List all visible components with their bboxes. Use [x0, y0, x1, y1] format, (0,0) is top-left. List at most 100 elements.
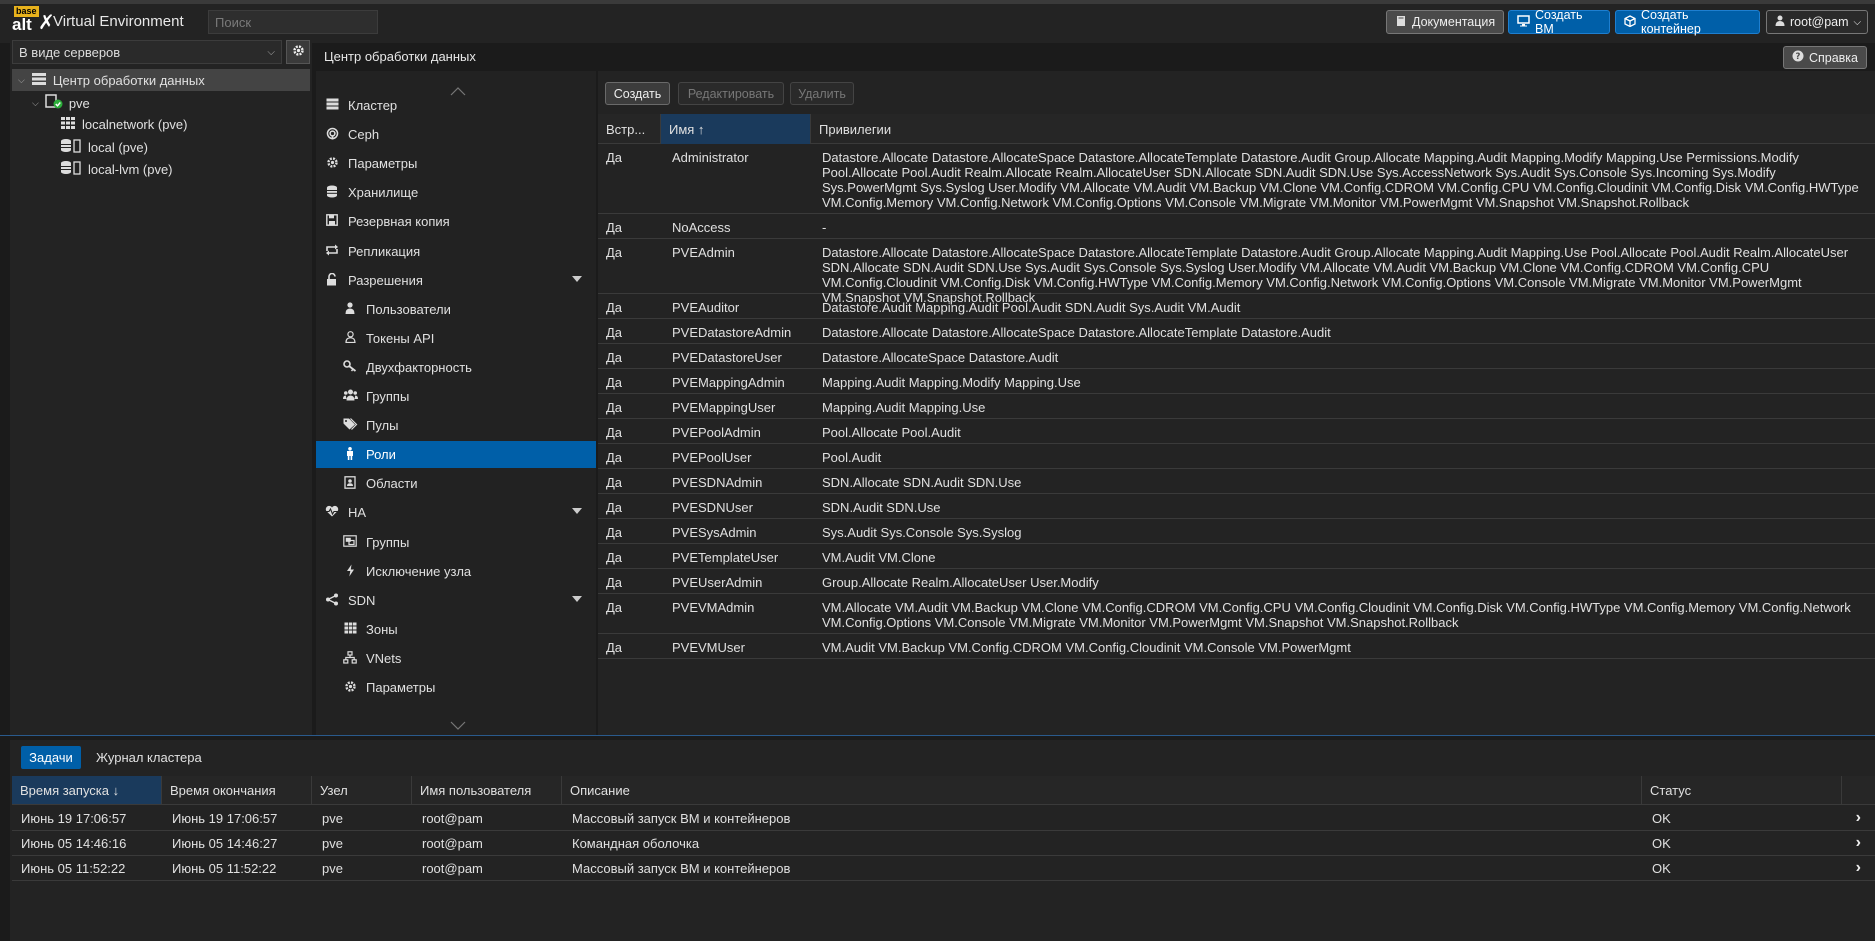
nav-item-label: Токены API: [366, 331, 435, 346]
table-row[interactable]: Да Administrator Datastore.Allocate Datast…: [598, 144, 1875, 214]
table-row[interactable]: Да PVEAdmin Datastore.Allocate Datastore.A…: [598, 239, 1875, 305]
task-row[interactable]: Июнь 05 14:46:16 Июнь 05 14:46:27 pve root@…: [12, 831, 1875, 856]
chevron-right-icon[interactable]: ›: [1856, 834, 1861, 852]
cell-builtin: Да: [606, 245, 623, 260]
table-row[interactable]: Да PVESysAdmin Sys.Audit Sys.Console Sys.S…: [598, 519, 1875, 544]
view-select[interactable]: В виде серверов ⌵: [12, 40, 282, 64]
key-icon: [342, 360, 358, 375]
task-row[interactable]: Июнь 05 11:52:22 Июнь 05 11:52:22 pve root@…: [12, 856, 1875, 881]
nav-item-16[interactable]: Исключение узла: [316, 558, 596, 585]
nav-item-0[interactable]: Кластер: [316, 92, 596, 119]
nav-item-4[interactable]: Резервная копия: [316, 208, 596, 235]
app-title: Virtual Environment: [53, 13, 184, 30]
cell-name: PVEPoolAdmin: [672, 425, 761, 440]
table-row[interactable]: Да PVESDNUser SDN.Audit SDN.Use: [598, 494, 1875, 519]
nav-item-label: VNets: [366, 651, 402, 666]
edit-role-button[interactable]: Редактировать: [678, 82, 784, 105]
column-header-name[interactable]: Имя ↑: [661, 114, 811, 144]
cell-name: Administrator: [672, 150, 749, 165]
table-row[interactable]: Да PVETemplateUser VM.Audit VM.Clone: [598, 544, 1875, 569]
table-row[interactable]: Да PVEAuditor Datastore.Audit Mapping.Audi…: [598, 294, 1875, 319]
search-input[interactable]: [208, 10, 378, 34]
column-header-node[interactable]: Узел: [312, 776, 412, 805]
table-row[interactable]: Да PVEUserAdmin Group.Allocate Realm.Alloc…: [598, 569, 1875, 594]
nav-item-18[interactable]: Зоны: [316, 616, 596, 643]
nav-item-label: Пулы: [366, 418, 399, 433]
nav-item-17[interactable]: SDN: [316, 587, 596, 614]
tree-item-datacenter[interactable]: ⌵ Центр обработки данных: [12, 69, 310, 91]
nav-item-2[interactable]: Параметры: [316, 150, 596, 177]
cell-name: PVEPoolUser: [672, 450, 752, 465]
tree-item-node-pve[interactable]: ⌵ pve: [32, 92, 90, 114]
user-menu-button[interactable]: root@pam ⌵: [1766, 10, 1868, 34]
nav-scroll-down-icon[interactable]: [450, 718, 466, 730]
nav-item-1[interactable]: Ceph: [316, 121, 596, 148]
nav-item-20[interactable]: Параметры: [316, 674, 596, 701]
nav-item-12[interactable]: Роли: [316, 441, 596, 468]
table-row[interactable]: Да PVEMappingUser Mapping.Audit Mapping.Us…: [598, 394, 1875, 419]
help-button[interactable]: ? Справка: [1783, 46, 1867, 69]
column-header-privileges[interactable]: Привилегии: [811, 114, 1875, 144]
cell-builtin: Да: [606, 220, 623, 235]
chevron-right-icon[interactable]: ›: [1856, 809, 1861, 827]
nav-item-15[interactable]: Группы: [316, 529, 596, 556]
nav-item-14[interactable]: HA: [316, 499, 596, 526]
tree-item-label: Центр обработки данных: [52, 72, 205, 88]
nav-item-13[interactable]: Области: [316, 470, 596, 497]
caret-down-icon[interactable]: [572, 276, 582, 282]
table-row[interactable]: Да PVEDatastoreAdmin Datastore.Allocate Da…: [598, 319, 1875, 344]
column-header-builtin[interactable]: Встр...: [598, 114, 661, 144]
nav-item-11[interactable]: Пулы: [316, 412, 596, 439]
tab-tasks[interactable]: Задачи: [21, 746, 81, 769]
column-header-status[interactable]: Статус: [1642, 776, 1842, 805]
nav-item-10[interactable]: Группы: [316, 383, 596, 410]
create-role-button[interactable]: Создать: [605, 82, 670, 105]
nav-item-5[interactable]: Репликация: [316, 238, 596, 265]
nav-item-label: Параметры: [348, 156, 418, 171]
caret-down-icon[interactable]: [572, 508, 582, 514]
table-row[interactable]: Да PVEDatastoreUser Datastore.AllocateSpac…: [598, 344, 1875, 369]
table-row[interactable]: Да PVEVMUser VM.Audit VM.Backup VM.Config.…: [598, 634, 1875, 659]
cell-name: PVEMappingAdmin: [672, 375, 785, 390]
caret-down-icon[interactable]: [572, 596, 582, 602]
cell-privileges: Datastore.Audit Mapping.Audit Pool.Audit…: [822, 300, 1241, 315]
tree-item-storage-local[interactable]: local (pve): [60, 136, 148, 158]
create-vm-button[interactable]: Создать ВМ: [1508, 8, 1610, 36]
logo: base alt ✗: [10, 6, 55, 36]
tree-item-storage-localnetwork[interactable]: localnetwork (pve): [60, 113, 188, 135]
nav-item-19[interactable]: VNets: [316, 645, 596, 672]
column-header-user[interactable]: Имя пользователя: [412, 776, 562, 805]
tags-icon: [342, 418, 358, 433]
nav-item-7[interactable]: Пользователи: [316, 296, 596, 323]
resource-tree-panel: [10, 36, 312, 736]
table-row[interactable]: Да PVEPoolUser Pool.Audit: [598, 444, 1875, 469]
tree-item-storage-local-lvm[interactable]: local-lvm (pve): [60, 158, 173, 180]
task-row[interactable]: Июнь 19 17:06:57 Июнь 19 17:06:57 pve root@…: [12, 806, 1875, 831]
nav-item-3[interactable]: Хранилище: [316, 179, 596, 206]
cell-builtin: Да: [606, 150, 623, 165]
column-header-end-time[interactable]: Время окончания: [162, 776, 312, 805]
column-header-start-time[interactable]: Время запуска ↓: [12, 776, 162, 805]
table-row[interactable]: Да PVEVMAdmin VM.Allocate VM.Audit VM.Back…: [598, 594, 1875, 634]
nav-item-8[interactable]: Токены API: [316, 325, 596, 352]
table-row[interactable]: Да NoAccess -: [598, 214, 1875, 239]
tab-cluster-log[interactable]: Журнал кластера: [96, 746, 202, 769]
column-header-description[interactable]: Описание: [562, 776, 1642, 805]
node-online-icon: [45, 94, 63, 112]
nav-scroll-up-icon[interactable]: [450, 84, 466, 96]
page-title: Центр обработки данных: [324, 49, 476, 64]
create-container-button[interactable]: Создать контейнер: [1615, 8, 1760, 36]
nav-item-6[interactable]: Разрешения: [316, 267, 596, 294]
nav-item-label: Хранилище: [348, 185, 419, 200]
cell-name: PVEVMAdmin: [672, 600, 755, 615]
panel-splitter[interactable]: [0, 735, 1875, 739]
documentation-button[interactable]: Документация: [1386, 10, 1504, 34]
chevron-right-icon[interactable]: ›: [1856, 859, 1861, 877]
nav-item-9[interactable]: Двухфакторность: [316, 354, 596, 381]
tree-settings-button[interactable]: [286, 40, 310, 64]
table-row[interactable]: Да PVEPoolAdmin Pool.Allocate Pool.Audit: [598, 419, 1875, 444]
table-row[interactable]: Да PVEMappingAdmin Mapping.Audit Mapping.M…: [598, 369, 1875, 394]
table-row[interactable]: Да PVESDNAdmin SDN.Allocate SDN.Audit SDN.…: [598, 469, 1875, 494]
delete-role-button[interactable]: Удалить: [790, 82, 854, 105]
cell-name: PVESDNAdmin: [672, 475, 763, 490]
